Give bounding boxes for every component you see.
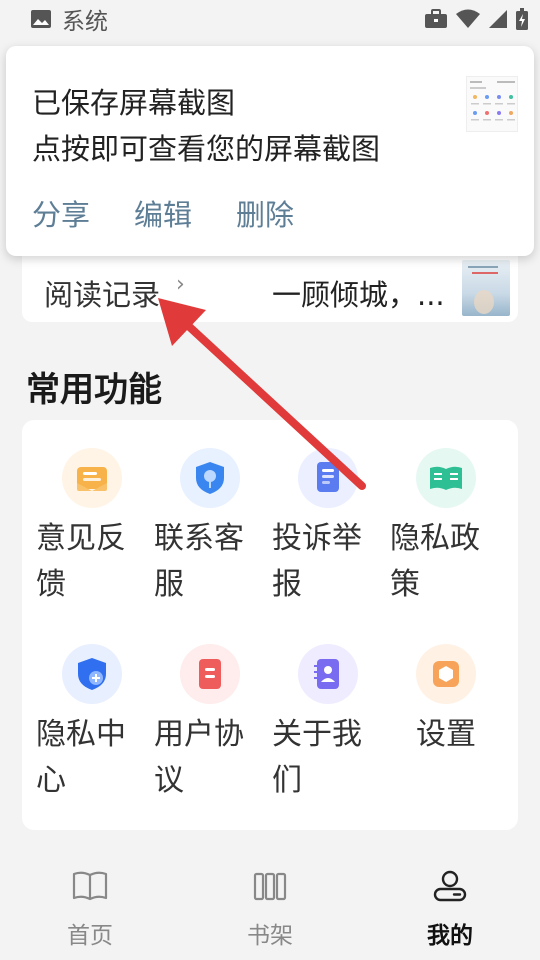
screenshot-thumbnail[interactable] [466, 76, 518, 132]
nav-home-label: 首页 [67, 923, 113, 949]
nav-bookshelf[interactable]: 书架 [210, 866, 330, 950]
common-functions-grid: 意见反馈 联系客服 投诉举报 隐私政策 隐私中心 用户协议 关于我们 设置 [22, 420, 518, 830]
screenshot-notification[interactable]: 已保存屏幕截图 点按即可查看您的屏幕截图 分享 编辑 删除 [6, 46, 534, 256]
function-label: 用户协议 [154, 717, 244, 798]
notification-actions: 分享 编辑 删除 [32, 192, 294, 234]
edit-button[interactable]: 编辑 [134, 192, 192, 234]
bookshelf-icon [210, 866, 330, 906]
function-label: 联系客服 [154, 521, 244, 602]
settings-hexagon-icon [416, 644, 476, 704]
delete-button[interactable]: 删除 [236, 192, 294, 234]
notification-subtitle: 点按即可查看您的屏幕截图 [32, 132, 381, 166]
share-button[interactable]: 分享 [32, 192, 90, 234]
nav-home[interactable]: 首页 [30, 866, 150, 950]
function-label: 意见反馈 [36, 521, 126, 602]
status-right [424, 8, 528, 30]
function-label: 设置 [416, 717, 476, 752]
nav-mine[interactable]: 我的 [390, 866, 510, 950]
about-contact-icon [298, 644, 358, 704]
status-left: 系统 [30, 2, 108, 36]
recent-book-title[interactable]: 一顾倾城，... [272, 272, 445, 314]
feedback-envelope-icon [62, 448, 122, 508]
book-cover[interactable] [462, 260, 510, 316]
wifi-icon [456, 9, 480, 29]
privacy-book-icon [416, 448, 476, 508]
reading-record-link[interactable]: 阅读记录 [44, 272, 160, 314]
privacy-shield-plus-icon [62, 644, 122, 704]
section-title-common-functions: 常用功能 [26, 370, 162, 410]
nav-mine-label: 我的 [427, 923, 473, 949]
book-open-icon [30, 866, 150, 906]
function-label: 关于我们 [272, 717, 362, 798]
signal-icon [488, 9, 508, 29]
function-label: 隐私中心 [36, 717, 126, 798]
report-document-icon [298, 448, 358, 508]
agreement-document-icon [180, 644, 240, 704]
briefcase-icon [424, 9, 448, 29]
nav-bookshelf-label: 书架 [247, 923, 293, 949]
notification-title: 已保存屏幕截图 [32, 86, 236, 120]
profile-icon [390, 866, 510, 906]
status-bar: 系统 [0, 0, 540, 38]
image-icon [30, 9, 52, 29]
chevron-right-icon: › [176, 272, 185, 297]
bottom-navigation: 首页 书架 我的 [0, 848, 540, 960]
function-label: 隐私政策 [390, 521, 480, 602]
battery-icon [516, 8, 528, 30]
customer-service-shield-icon [180, 448, 240, 508]
status-app-name: 系统 [62, 9, 108, 35]
function-label: 投诉举报 [272, 521, 362, 602]
